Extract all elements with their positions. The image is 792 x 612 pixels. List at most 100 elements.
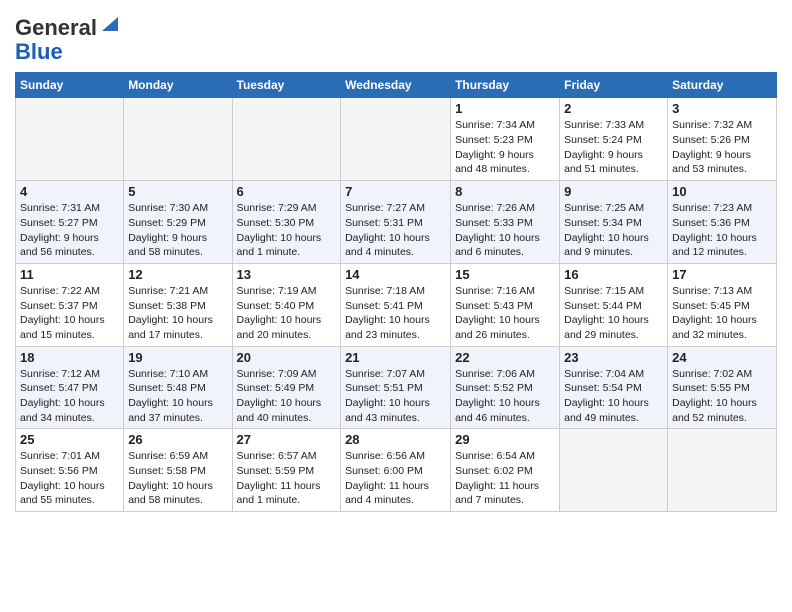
calendar-cell: 9 Sunrise: 7:25 AMSunset: 5:34 PMDaylight… xyxy=(560,181,668,264)
day-info: Sunrise: 6:56 AMSunset: 6:00 PMDaylight:… xyxy=(345,449,446,508)
calendar-cell xyxy=(16,98,124,181)
day-info: Sunrise: 7:15 AMSunset: 5:44 PMDaylight:… xyxy=(564,284,663,343)
day-info: Sunrise: 7:31 AMSunset: 5:27 PMDaylight:… xyxy=(20,201,119,260)
day-number: 21 xyxy=(345,350,446,365)
day-info: Sunrise: 7:02 AMSunset: 5:55 PMDaylight:… xyxy=(672,367,772,426)
calendar-cell: 24 Sunrise: 7:02 AMSunset: 5:55 PMDayligh… xyxy=(668,346,777,429)
logo: General Blue xyxy=(15,16,118,64)
day-number: 3 xyxy=(672,101,772,116)
day-number: 29 xyxy=(455,432,555,447)
day-number: 20 xyxy=(237,350,337,365)
day-number: 9 xyxy=(564,184,663,199)
calendar-cell xyxy=(232,98,341,181)
calendar-cell: 14 Sunrise: 7:18 AMSunset: 5:41 PMDayligh… xyxy=(341,263,451,346)
day-info: Sunrise: 7:30 AMSunset: 5:29 PMDaylight:… xyxy=(128,201,227,260)
day-number: 17 xyxy=(672,267,772,282)
calendar-cell: 2 Sunrise: 7:33 AMSunset: 5:24 PMDaylight… xyxy=(560,98,668,181)
day-number: 16 xyxy=(564,267,663,282)
day-info: Sunrise: 7:29 AMSunset: 5:30 PMDaylight:… xyxy=(237,201,337,260)
day-info: Sunrise: 7:21 AMSunset: 5:38 PMDaylight:… xyxy=(128,284,227,343)
day-info: Sunrise: 7:13 AMSunset: 5:45 PMDaylight:… xyxy=(672,284,772,343)
day-info: Sunrise: 7:19 AMSunset: 5:40 PMDaylight:… xyxy=(237,284,337,343)
weekday-header-monday: Monday xyxy=(124,73,232,98)
calendar-cell: 8 Sunrise: 7:26 AMSunset: 5:33 PMDaylight… xyxy=(451,181,560,264)
day-info: Sunrise: 7:16 AMSunset: 5:43 PMDaylight:… xyxy=(455,284,555,343)
day-info: Sunrise: 7:27 AMSunset: 5:31 PMDaylight:… xyxy=(345,201,446,260)
calendar-cell: 20 Sunrise: 7:09 AMSunset: 5:49 PMDayligh… xyxy=(232,346,341,429)
day-number: 6 xyxy=(237,184,337,199)
calendar-cell xyxy=(560,429,668,512)
calendar-cell: 3 Sunrise: 7:32 AMSunset: 5:26 PMDaylight… xyxy=(668,98,777,181)
calendar-cell: 23 Sunrise: 7:04 AMSunset: 5:54 PMDayligh… xyxy=(560,346,668,429)
day-number: 23 xyxy=(564,350,663,365)
day-number: 8 xyxy=(455,184,555,199)
calendar-cell: 7 Sunrise: 7:27 AMSunset: 5:31 PMDaylight… xyxy=(341,181,451,264)
day-number: 25 xyxy=(20,432,119,447)
calendar-cell: 27 Sunrise: 6:57 AMSunset: 5:59 PMDayligh… xyxy=(232,429,341,512)
calendar-cell: 4 Sunrise: 7:31 AMSunset: 5:27 PMDaylight… xyxy=(16,181,124,264)
day-info: Sunrise: 7:09 AMSunset: 5:49 PMDaylight:… xyxy=(237,367,337,426)
day-info: Sunrise: 6:57 AMSunset: 5:59 PMDaylight:… xyxy=(237,449,337,508)
day-info: Sunrise: 7:18 AMSunset: 5:41 PMDaylight:… xyxy=(345,284,446,343)
calendar-cell: 11 Sunrise: 7:22 AMSunset: 5:37 PMDayligh… xyxy=(16,263,124,346)
day-info: Sunrise: 7:07 AMSunset: 5:51 PMDaylight:… xyxy=(345,367,446,426)
day-number: 11 xyxy=(20,267,119,282)
calendar-cell: 28 Sunrise: 6:56 AMSunset: 6:00 PMDayligh… xyxy=(341,429,451,512)
weekday-header-thursday: Thursday xyxy=(451,73,560,98)
calendar-cell: 12Sunrise: 7:21 AMSunset: 5:38 PMDayligh… xyxy=(124,263,232,346)
day-number: 5 xyxy=(128,184,227,199)
weekday-header-friday: Friday xyxy=(560,73,668,98)
day-info: Sunrise: 7:26 AMSunset: 5:33 PMDaylight:… xyxy=(455,201,555,260)
day-number: 7 xyxy=(345,184,446,199)
day-number: 15 xyxy=(455,267,555,282)
day-number: 28 xyxy=(345,432,446,447)
day-info: Sunrise: 6:54 AMSunset: 6:02 PMDaylight:… xyxy=(455,449,555,508)
calendar-table: SundayMondayTuesdayWednesdayThursdayFrid… xyxy=(15,72,777,512)
calendar-cell: 1Sunrise: 7:34 AMSunset: 5:23 PMDaylight… xyxy=(451,98,560,181)
day-number: 14 xyxy=(345,267,446,282)
calendar-cell xyxy=(341,98,451,181)
weekday-header-sunday: Sunday xyxy=(16,73,124,98)
calendar-cell: 25 Sunrise: 7:01 AMSunset: 5:56 PMDayligh… xyxy=(16,429,124,512)
day-info: Sunrise: 7:22 AMSunset: 5:37 PMDaylight:… xyxy=(20,284,119,343)
calendar-week-row: 4 Sunrise: 7:31 AMSunset: 5:27 PMDaylight… xyxy=(16,181,777,264)
calendar-cell: 17 Sunrise: 7:13 AMSunset: 5:45 PMDayligh… xyxy=(668,263,777,346)
calendar-cell: 15 Sunrise: 7:16 AMSunset: 5:43 PMDayligh… xyxy=(451,263,560,346)
calendar-cell: 10Sunrise: 7:23 AMSunset: 5:36 PMDayligh… xyxy=(668,181,777,264)
day-info: Sunrise: 7:04 AMSunset: 5:54 PMDaylight:… xyxy=(564,367,663,426)
day-number: 19 xyxy=(128,350,227,365)
day-number: 24 xyxy=(672,350,772,365)
day-number: 22 xyxy=(455,350,555,365)
day-info: Sunrise: 7:01 AMSunset: 5:56 PMDaylight:… xyxy=(20,449,119,508)
weekday-header-saturday: Saturday xyxy=(668,73,777,98)
calendar-cell: 6 Sunrise: 7:29 AMSunset: 5:30 PMDaylight… xyxy=(232,181,341,264)
calendar-cell: 16 Sunrise: 7:15 AMSunset: 5:44 PMDayligh… xyxy=(560,263,668,346)
weekday-header-tuesday: Tuesday xyxy=(232,73,341,98)
logo-bird-icon xyxy=(100,15,118,33)
day-info: Sunrise: 7:25 AMSunset: 5:34 PMDaylight:… xyxy=(564,201,663,260)
day-info: Sunrise: 7:34 AMSunset: 5:23 PMDaylight:… xyxy=(455,118,555,177)
calendar-cell: 26 Sunrise: 6:59 AMSunset: 5:58 PMDayligh… xyxy=(124,429,232,512)
day-info: Sunrise: 6:59 AMSunset: 5:58 PMDaylight:… xyxy=(128,449,227,508)
calendar-header-row: SundayMondayTuesdayWednesdayThursdayFrid… xyxy=(16,73,777,98)
calendar-cell: 21 Sunrise: 7:07 AMSunset: 5:51 PMDayligh… xyxy=(341,346,451,429)
day-number: 2 xyxy=(564,101,663,116)
day-number: 4 xyxy=(20,184,119,199)
calendar-week-row: 1Sunrise: 7:34 AMSunset: 5:23 PMDaylight… xyxy=(16,98,777,181)
calendar-cell xyxy=(124,98,232,181)
day-number: 27 xyxy=(237,432,337,447)
calendar-cell: 18 Sunrise: 7:12 AMSunset: 5:47 PMDayligh… xyxy=(16,346,124,429)
logo-text: General Blue xyxy=(15,16,118,64)
day-info: Sunrise: 7:12 AMSunset: 5:47 PMDaylight:… xyxy=(20,367,119,426)
calendar-week-row: 18 Sunrise: 7:12 AMSunset: 5:47 PMDayligh… xyxy=(16,346,777,429)
calendar-cell: 5 Sunrise: 7:30 AMSunset: 5:29 PMDaylight… xyxy=(124,181,232,264)
day-number: 10 xyxy=(672,184,772,199)
day-number: 26 xyxy=(128,432,227,447)
header: General Blue xyxy=(15,10,777,64)
day-number: 18 xyxy=(20,350,119,365)
calendar-week-row: 25 Sunrise: 7:01 AMSunset: 5:56 PMDayligh… xyxy=(16,429,777,512)
day-info: Sunrise: 7:33 AMSunset: 5:24 PMDaylight:… xyxy=(564,118,663,177)
weekday-header-wednesday: Wednesday xyxy=(341,73,451,98)
day-number: 13 xyxy=(237,267,337,282)
day-info: Sunrise: 7:32 AMSunset: 5:26 PMDaylight:… xyxy=(672,118,772,177)
